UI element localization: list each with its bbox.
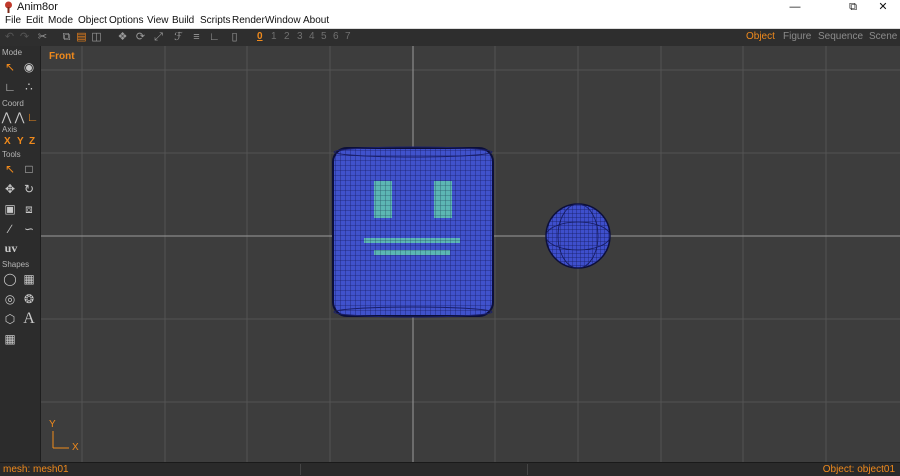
status-divider	[527, 464, 528, 475]
coord-screen-icon[interactable]: ∟	[26, 109, 39, 125]
title-bar: Anim8or — ⧉ ✕	[0, 0, 900, 14]
app-icon	[5, 1, 12, 13]
panel-icon[interactable]: ▯	[228, 31, 241, 44]
sphere-shape-icon[interactable]: ◯	[2, 271, 18, 287]
arcrotate-icon[interactable]: ⟳	[134, 31, 147, 44]
menu-render[interactable]: Render	[232, 15, 265, 26]
mode-section-label: Mode	[2, 48, 23, 57]
face-mouth-top	[364, 238, 460, 243]
drag-select-icon[interactable]: □	[21, 161, 37, 177]
menu-object[interactable]: Object	[78, 15, 107, 26]
move-tool-icon[interactable]: ✥	[2, 181, 18, 197]
sphere-mesh[interactable]	[545, 203, 611, 269]
menu-window[interactable]: Window	[265, 15, 301, 26]
nonuniform-scale-icon[interactable]: ⧈	[21, 201, 37, 217]
menu-file[interactable]: File	[5, 15, 21, 26]
tool-panel: Mode ↖ ◉ ∟ ∴ Coord ⋀ ⋀ ∟ Axis X Y Z Tool…	[0, 46, 41, 462]
restore-icon[interactable]: ⧉	[838, 0, 868, 14]
layer-1-button[interactable]: 1	[271, 31, 277, 42]
menu-view[interactable]: View	[147, 15, 169, 26]
coord-world-icon[interactable]: ⋀	[0, 109, 13, 125]
axis-x-label: X	[72, 442, 79, 453]
menu-about[interactable]: About	[303, 15, 329, 26]
layer-7-button[interactable]: 7	[345, 31, 351, 42]
face-left-eye	[374, 181, 392, 218]
axis-indicator	[52, 431, 69, 449]
face-right-eye	[434, 181, 452, 218]
status-divider	[300, 464, 301, 475]
status-object: Object: object01	[822, 464, 895, 475]
face-mouth-bottom	[374, 250, 450, 255]
geosphere-shape-icon[interactable]: ❂	[21, 291, 37, 307]
spline-tool-icon[interactable]: ∽	[21, 221, 37, 237]
layer-4-button[interactable]: 4	[309, 31, 315, 42]
cut-icon[interactable]: ✂	[36, 31, 49, 44]
tab-object[interactable]: Object	[746, 31, 775, 42]
tab-scene[interactable]: Scene	[869, 31, 897, 42]
axis-y-button[interactable]: Y	[17, 136, 24, 147]
menu-build[interactable]: Build	[172, 15, 194, 26]
tab-sequence[interactable]: Sequence	[818, 31, 863, 42]
menu-options[interactable]: Options	[109, 15, 143, 26]
edge-mode-icon[interactable]: ∟	[2, 79, 18, 95]
select-arrow-icon[interactable]: ↖	[2, 59, 18, 75]
text-tool-button[interactable]: A	[21, 311, 37, 327]
viewport-canvas[interactable]	[41, 46, 900, 462]
line-tool-icon[interactable]: ∕	[2, 221, 18, 237]
shapes-section-label: Shapes	[2, 260, 30, 269]
minimize-icon[interactable]: —	[780, 0, 810, 14]
layer-0-button[interactable]: 0	[257, 31, 263, 42]
scale-tool-icon[interactable]: ▣	[2, 201, 18, 217]
tab-figure[interactable]: Figure	[783, 31, 811, 42]
copy-icon[interactable]: ⧉	[60, 31, 73, 44]
coord-object-icon[interactable]: ⋀	[13, 109, 26, 125]
view-name-label[interactable]: Front	[49, 51, 75, 62]
layer-6-button[interactable]: 6	[333, 31, 339, 42]
axis-z-button[interactable]: Z	[29, 136, 35, 147]
layer-3-button[interactable]: 3	[297, 31, 303, 42]
toolbar: ↶ ↷ ✂ ⧉ ▤ ◫ ❖ ⟳ ⤢ ℱ ≡ ∟ ▯ 0 1 2 3 4 5 6 …	[0, 29, 900, 47]
flip-icon[interactable]: ℱ	[172, 31, 185, 44]
uv-tool-button[interactable]: uv	[1, 240, 21, 256]
redo-icon[interactable]: ↷	[18, 31, 31, 44]
point-mode-icon[interactable]: ∴	[21, 79, 37, 95]
select-tool-icon[interactable]: ↖	[2, 161, 18, 177]
eye-icon[interactable]: ◉	[21, 59, 37, 75]
close-icon[interactable]: ✕	[868, 0, 898, 14]
viewport-front[interactable]: Front Y X	[41, 46, 900, 462]
menu-mode[interactable]: Mode	[48, 15, 73, 26]
graph-icon[interactable]: ∟	[208, 31, 221, 44]
status-mesh: mesh: mesh01	[3, 464, 69, 475]
cube-shape-icon[interactable]: ▦	[21, 271, 37, 287]
transform-icon[interactable]: ⤢	[152, 31, 165, 44]
menu-scripts[interactable]: Scripts	[200, 15, 231, 26]
paste-icon[interactable]: ▤	[75, 31, 88, 44]
table-grid-icon[interactable]: ▦	[2, 331, 18, 347]
coord-section-label: Coord	[2, 99, 24, 108]
axis-y-label: Y	[49, 419, 56, 430]
undo-icon[interactable]: ↶	[3, 31, 16, 44]
snap-icon[interactable]: ❖	[116, 31, 129, 44]
polygon-shape-icon[interactable]: ⬡	[2, 311, 18, 327]
menu-edit[interactable]: Edit	[26, 15, 43, 26]
menu-bar: File Edit Mode Object Options View Build…	[0, 14, 900, 29]
window-title: Anim8or	[17, 1, 58, 13]
rotate-tool-icon[interactable]: ↻	[21, 181, 37, 197]
layer-5-button[interactable]: 5	[321, 31, 327, 42]
status-bar: mesh: mesh01 Object: object01	[0, 462, 900, 476]
align-icon[interactable]: ≡	[190, 31, 203, 44]
tools-section-label: Tools	[2, 150, 21, 159]
cylinder-mesh[interactable]	[332, 146, 494, 318]
layer-2-button[interactable]: 2	[284, 31, 290, 42]
axis-section-label: Axis	[2, 125, 18, 134]
torus-shape-icon[interactable]: ◎	[2, 291, 18, 307]
axis-x-button[interactable]: X	[4, 136, 11, 147]
grid-toggle-icon[interactable]: ◫	[90, 31, 103, 44]
